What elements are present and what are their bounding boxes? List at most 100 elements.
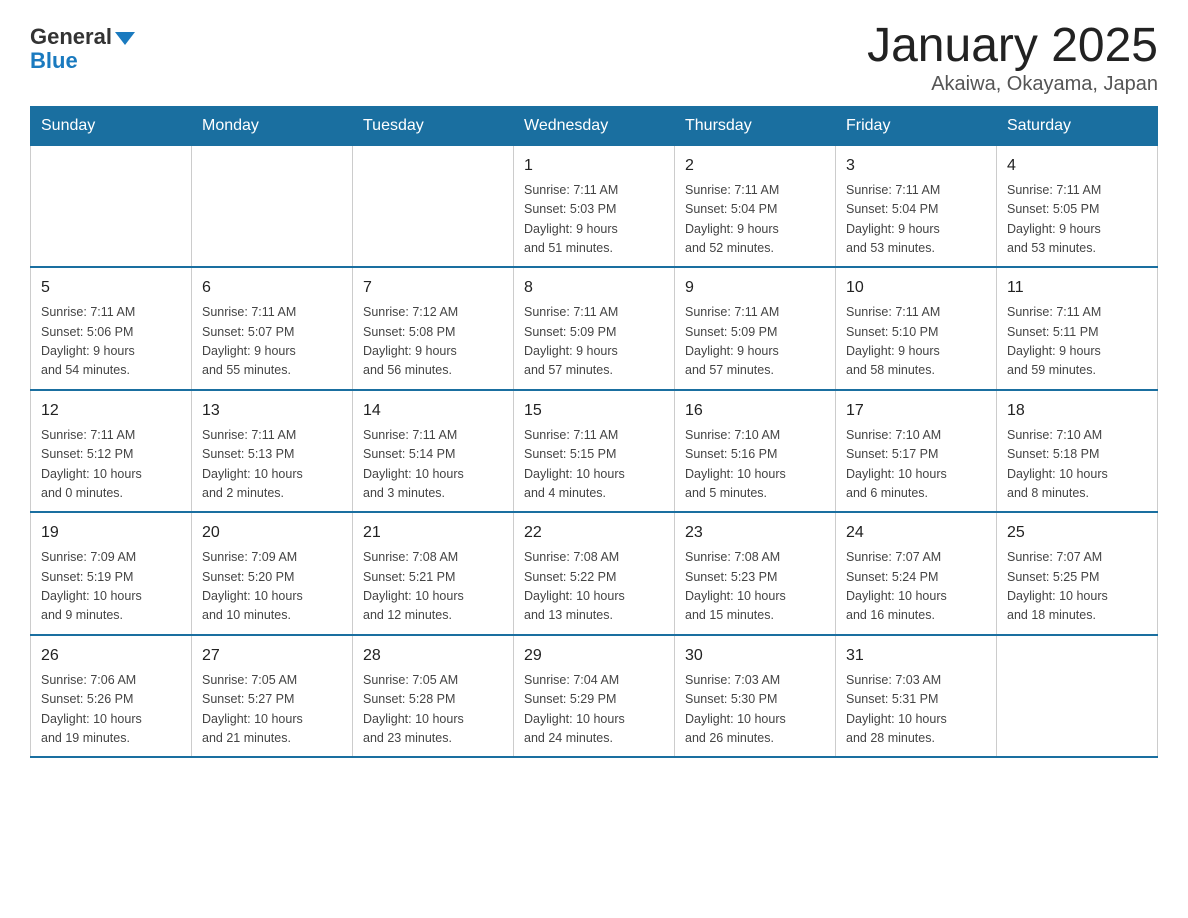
logo: General Blue [30,20,135,73]
day-number: 6 [202,276,342,300]
day-info: Sunrise: 7:05 AMSunset: 5:28 PMDaylight:… [363,671,503,749]
day-info: Sunrise: 7:11 AMSunset: 5:04 PMDaylight:… [685,181,825,259]
day-info: Sunrise: 7:11 AMSunset: 5:05 PMDaylight:… [1007,181,1147,259]
day-info: Sunrise: 7:11 AMSunset: 5:09 PMDaylight:… [524,303,664,381]
day-number: 28 [363,644,503,668]
calendar-table: SundayMondayTuesdayWednesdayThursdayFrid… [30,106,1158,759]
calendar-day-cell: 13 Sunrise: 7:11 AMSunset: 5:13 PMDayligh… [192,390,353,513]
calendar-day-cell: 12 Sunrise: 7:11 AMSunset: 5:12 PMDayligh… [31,390,192,513]
calendar-day-cell: 30 Sunrise: 7:03 AMSunset: 5:30 PMDayligh… [675,635,836,758]
calendar-day-cell: 29 Sunrise: 7:04 AMSunset: 5:29 PMDayligh… [514,635,675,758]
calendar-day-cell: 3 Sunrise: 7:11 AMSunset: 5:04 PMDaylight… [836,145,997,267]
calendar-day-cell: 17 Sunrise: 7:10 AMSunset: 5:17 PMDayligh… [836,390,997,513]
day-info: Sunrise: 7:04 AMSunset: 5:29 PMDaylight:… [524,671,664,749]
day-info: Sunrise: 7:06 AMSunset: 5:26 PMDaylight:… [41,671,181,749]
title-block: January 2025 Akaiwa, Okayama, Japan [867,20,1158,96]
day-info: Sunrise: 7:08 AMSunset: 5:21 PMDaylight:… [363,548,503,626]
day-number: 4 [1007,154,1147,178]
day-number: 17 [846,399,986,423]
day-info: Sunrise: 7:11 AMSunset: 5:09 PMDaylight:… [685,303,825,381]
logo-general-text: General [30,25,135,49]
page-subtitle: Akaiwa, Okayama, Japan [867,73,1158,96]
day-number: 18 [1007,399,1147,423]
calendar-day-cell: 25 Sunrise: 7:07 AMSunset: 5:25 PMDayligh… [997,512,1158,635]
day-info: Sunrise: 7:08 AMSunset: 5:23 PMDaylight:… [685,548,825,626]
day-number: 20 [202,521,342,545]
day-info: Sunrise: 7:11 AMSunset: 5:06 PMDaylight:… [41,303,181,381]
calendar-day-cell: 6 Sunrise: 7:11 AMSunset: 5:07 PMDaylight… [192,267,353,390]
calendar-week-row: 12 Sunrise: 7:11 AMSunset: 5:12 PMDayligh… [31,390,1158,513]
day-number: 2 [685,154,825,178]
calendar-day-cell: 23 Sunrise: 7:08 AMSunset: 5:23 PMDayligh… [675,512,836,635]
weekday-header: Saturday [997,106,1158,145]
calendar-day-cell: 22 Sunrise: 7:08 AMSunset: 5:22 PMDayligh… [514,512,675,635]
day-number: 12 [41,399,181,423]
calendar-day-cell [353,145,514,267]
day-number: 10 [846,276,986,300]
calendar-week-row: 19 Sunrise: 7:09 AMSunset: 5:19 PMDayligh… [31,512,1158,635]
calendar-day-cell: 27 Sunrise: 7:05 AMSunset: 5:27 PMDayligh… [192,635,353,758]
day-info: Sunrise: 7:11 AMSunset: 5:07 PMDaylight:… [202,303,342,381]
day-number: 24 [846,521,986,545]
calendar-body: 1Sunrise: 7:11 AMSunset: 5:03 PMDaylight… [31,145,1158,757]
day-number: 22 [524,521,664,545]
day-info: Sunrise: 7:11 AMSunset: 5:12 PMDaylight:… [41,426,181,504]
calendar-day-cell: 31Sunrise: 7:03 AMSunset: 5:31 PMDayligh… [836,635,997,758]
day-info: Sunrise: 7:11 AMSunset: 5:13 PMDaylight:… [202,426,342,504]
weekday-header: Friday [836,106,997,145]
calendar-day-cell: 16 Sunrise: 7:10 AMSunset: 5:16 PMDayligh… [675,390,836,513]
calendar-day-cell: 24Sunrise: 7:07 AMSunset: 5:24 PMDayligh… [836,512,997,635]
day-number: 23 [685,521,825,545]
calendar-day-cell: 19 Sunrise: 7:09 AMSunset: 5:19 PMDayligh… [31,512,192,635]
day-info: Sunrise: 7:11 AMSunset: 5:15 PMDaylight:… [524,426,664,504]
calendar-day-cell: 9Sunrise: 7:11 AMSunset: 5:09 PMDaylight… [675,267,836,390]
page-header: General Blue January 2025 Akaiwa, Okayam… [30,20,1158,96]
weekday-header: Wednesday [514,106,675,145]
day-info: Sunrise: 7:07 AMSunset: 5:25 PMDaylight:… [1007,548,1147,626]
day-number: 19 [41,521,181,545]
day-number: 27 [202,644,342,668]
calendar-day-cell: 10 Sunrise: 7:11 AMSunset: 5:10 PMDayligh… [836,267,997,390]
day-info: Sunrise: 7:10 AMSunset: 5:16 PMDaylight:… [685,426,825,504]
calendar-day-cell: 14 Sunrise: 7:11 AMSunset: 5:14 PMDayligh… [353,390,514,513]
calendar-day-cell: 1Sunrise: 7:11 AMSunset: 5:03 PMDaylight… [514,145,675,267]
day-number: 5 [41,276,181,300]
weekday-header: Thursday [675,106,836,145]
logo-blue-text: Blue [30,49,78,73]
day-number: 7 [363,276,503,300]
day-info: Sunrise: 7:11 AMSunset: 5:04 PMDaylight:… [846,181,986,259]
day-number: 3 [846,154,986,178]
day-number: 21 [363,521,503,545]
day-number: 26 [41,644,181,668]
calendar-day-cell [997,635,1158,758]
calendar-header: SundayMondayTuesdayWednesdayThursdayFrid… [31,106,1158,145]
calendar-week-row: 26 Sunrise: 7:06 AMSunset: 5:26 PMDayligh… [31,635,1158,758]
day-number: 30 [685,644,825,668]
calendar-day-cell: 26 Sunrise: 7:06 AMSunset: 5:26 PMDayligh… [31,635,192,758]
calendar-day-cell: 18 Sunrise: 7:10 AMSunset: 5:18 PMDayligh… [997,390,1158,513]
day-info: Sunrise: 7:11 AMSunset: 5:10 PMDaylight:… [846,303,986,381]
calendar-day-cell: 2 Sunrise: 7:11 AMSunset: 5:04 PMDaylight… [675,145,836,267]
day-number: 16 [685,399,825,423]
day-info: Sunrise: 7:10 AMSunset: 5:17 PMDaylight:… [846,426,986,504]
day-info: Sunrise: 7:11 AMSunset: 5:14 PMDaylight:… [363,426,503,504]
day-info: Sunrise: 7:09 AMSunset: 5:19 PMDaylight:… [41,548,181,626]
day-info: Sunrise: 7:08 AMSunset: 5:22 PMDaylight:… [524,548,664,626]
calendar-day-cell [31,145,192,267]
day-number: 25 [1007,521,1147,545]
day-number: 29 [524,644,664,668]
calendar-day-cell: 4 Sunrise: 7:11 AMSunset: 5:05 PMDaylight… [997,145,1158,267]
calendar-day-cell [192,145,353,267]
day-number: 31 [846,644,986,668]
calendar-week-row: 5 Sunrise: 7:11 AMSunset: 5:06 PMDaylight… [31,267,1158,390]
day-number: 13 [202,399,342,423]
weekday-header: Sunday [31,106,192,145]
day-number: 14 [363,399,503,423]
calendar-day-cell: 11Sunrise: 7:11 AMSunset: 5:11 PMDayligh… [997,267,1158,390]
day-info: Sunrise: 7:05 AMSunset: 5:27 PMDaylight:… [202,671,342,749]
day-info: Sunrise: 7:12 AMSunset: 5:08 PMDaylight:… [363,303,503,381]
calendar-day-cell: 21 Sunrise: 7:08 AMSunset: 5:21 PMDayligh… [353,512,514,635]
day-info: Sunrise: 7:10 AMSunset: 5:18 PMDaylight:… [1007,426,1147,504]
day-info: Sunrise: 7:03 AMSunset: 5:30 PMDaylight:… [685,671,825,749]
calendar-day-cell: 8Sunrise: 7:11 AMSunset: 5:09 PMDaylight… [514,267,675,390]
